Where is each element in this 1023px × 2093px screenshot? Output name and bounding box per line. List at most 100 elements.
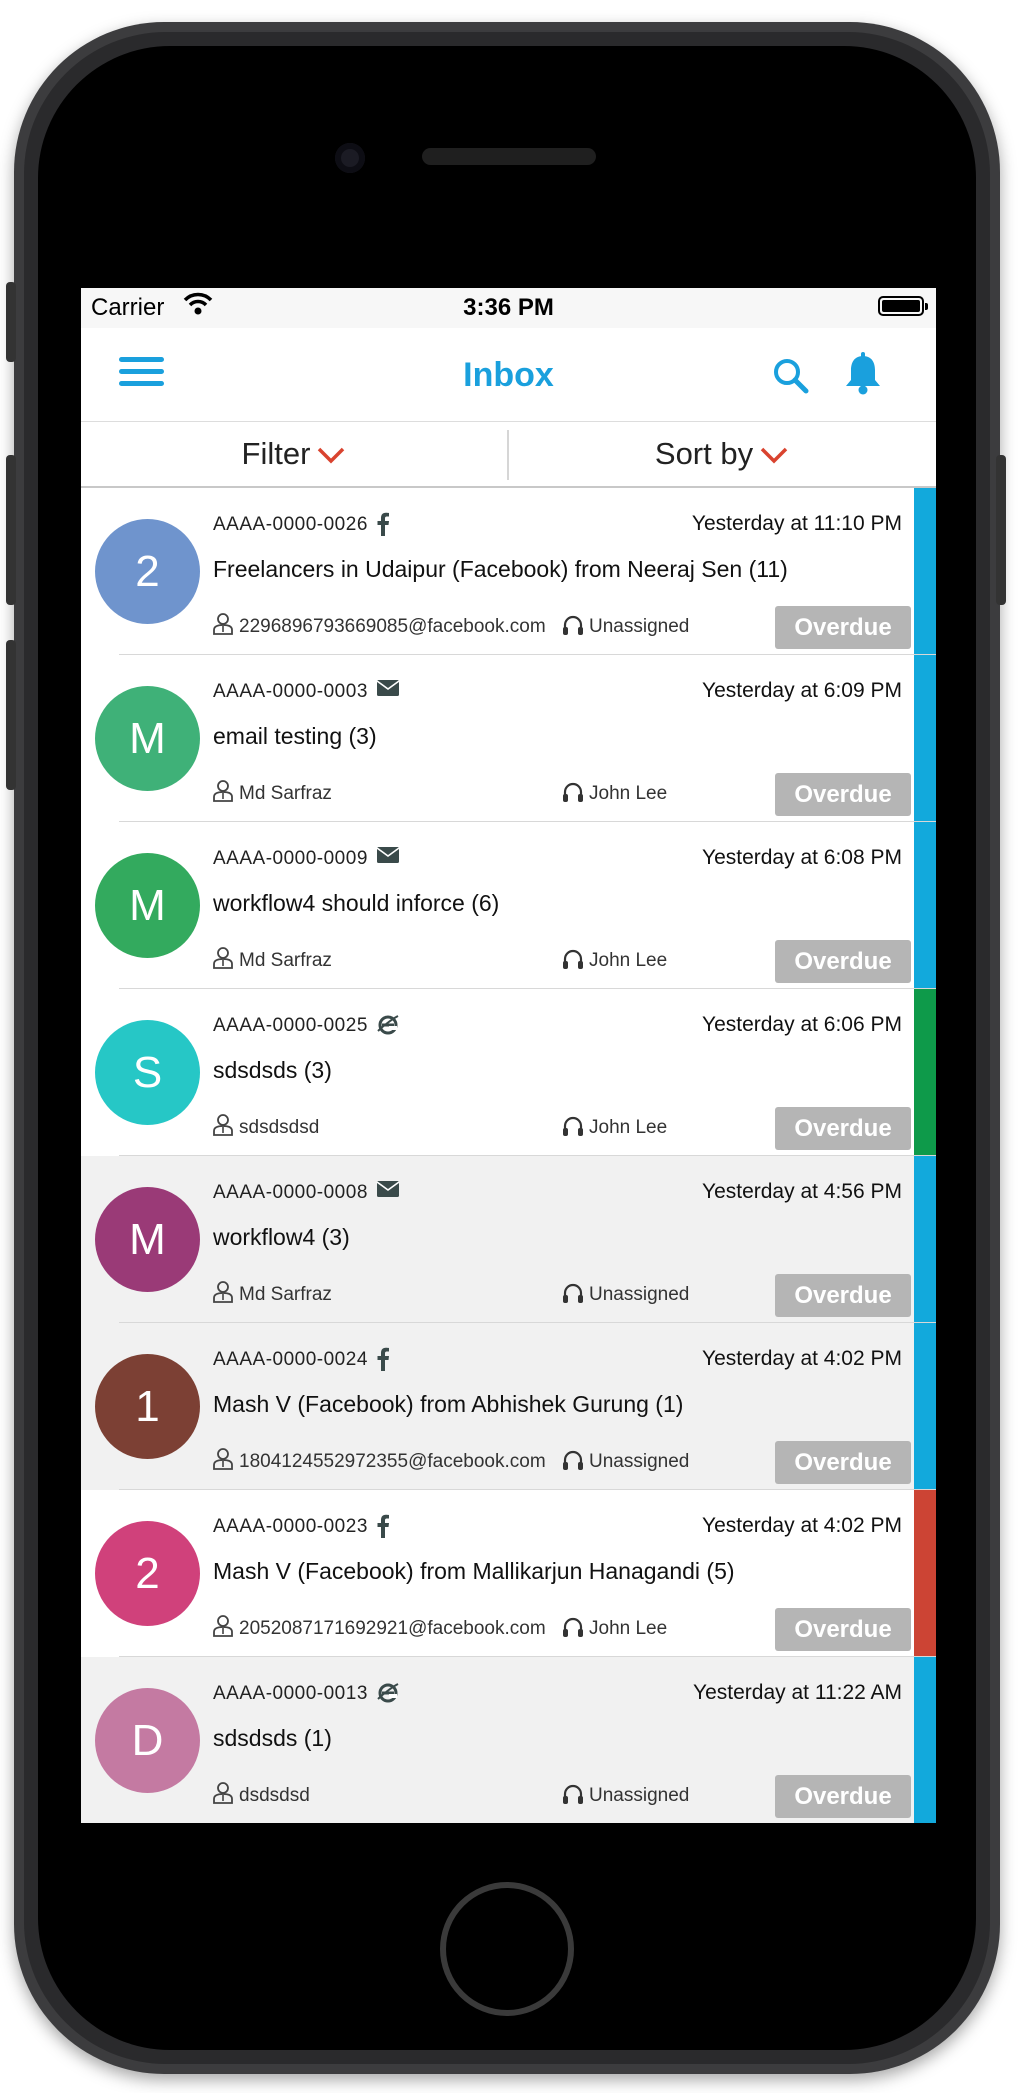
- ticket-id: AAAA-0000-0008: [213, 1182, 368, 1203]
- ticket-contact: 1804124552972355@facebook.com: [239, 1451, 546, 1472]
- filter-label: Filter: [241, 436, 311, 471]
- chevron-down-icon: [760, 447, 788, 464]
- ticket-subject: workflow4 (3): [213, 1224, 350, 1250]
- ticket-row[interactable]: 1 AAAA-0000-0024 Yesterday at 4:02 PM Ma…: [81, 1323, 936, 1490]
- facebook-icon: [376, 1514, 390, 1543]
- avatar-initial: M: [129, 713, 166, 763]
- filter-button[interactable]: Filter: [81, 422, 507, 486]
- headset-icon: [563, 1784, 583, 1804]
- ticket-id: AAAA-0000-0003: [213, 681, 368, 702]
- sort-button[interactable]: Sort by: [509, 422, 935, 486]
- ticket-row[interactable]: M AAAA-0000-0008 Yesterday at 4:56 PM wo…: [81, 1156, 936, 1323]
- headset-icon: [563, 949, 583, 969]
- avatar: 2: [95, 519, 200, 624]
- side-button-volume-up: [6, 455, 16, 605]
- avatar: 1: [95, 1354, 200, 1459]
- headset-icon: [563, 1116, 583, 1136]
- headset-icon: [563, 782, 583, 802]
- ticket-row[interactable]: 2 AAAA-0000-0023 Yesterday at 4:02 PM Ma…: [81, 1490, 936, 1657]
- ticket-id: AAAA-0000-0025: [213, 1015, 368, 1036]
- avatar-initial: M: [129, 1214, 166, 1264]
- headset-icon: [563, 1617, 583, 1637]
- contact-person-icon: [213, 613, 233, 635]
- ticket-contact: sdsdsdsd: [239, 1117, 320, 1138]
- headset-icon: [563, 1450, 583, 1470]
- ticket-agent: John Lee: [589, 1117, 668, 1138]
- status-badge: Overdue: [775, 773, 911, 816]
- facebook-icon: [376, 1347, 390, 1376]
- status-bar: Carrier 3:36 PM: [81, 288, 936, 328]
- ticket-agent: Unassigned: [589, 1451, 690, 1472]
- avatar: S: [95, 1020, 200, 1125]
- priority-stripe: [914, 655, 936, 822]
- ticket-row[interactable]: D AAAA-0000-0013 Yesterday at 11:22 AM s…: [81, 1657, 936, 1823]
- ticket-agent: Unassigned: [589, 1284, 690, 1305]
- avatar-initial: M: [129, 880, 166, 930]
- ticket-subject: workflow4 should inforce (6): [213, 890, 500, 916]
- avatar-initial: 1: [135, 1381, 160, 1431]
- ticket-id: AAAA-0000-0023: [213, 1516, 368, 1537]
- ticket-contact: Md Sarfraz: [239, 950, 332, 971]
- chevron-down-icon: [318, 447, 345, 464]
- ticket-agent: John Lee: [589, 783, 668, 804]
- headset-icon: [563, 615, 583, 635]
- avatar: D: [95, 1688, 200, 1793]
- email-icon: [376, 679, 400, 702]
- email-icon: [376, 846, 400, 869]
- ticket-row[interactable]: M AAAA-0000-0009 Yesterday at 6:08 PM wo…: [81, 822, 936, 989]
- status-time: 3:36 PM: [463, 294, 554, 321]
- bell-icon[interactable]: [843, 352, 883, 396]
- avatar: M: [95, 686, 200, 791]
- contact-person-icon: [213, 1281, 233, 1303]
- status-badge: Overdue: [775, 606, 911, 649]
- nav-bar: Inbox: [81, 328, 936, 422]
- ticket-contact: 2296896793669085@facebook.com: [239, 616, 546, 637]
- priority-stripe: [914, 1156, 936, 1323]
- priority-stripe: [914, 1490, 936, 1657]
- web-icon: [376, 1013, 400, 1042]
- ticket-time: Yesterday at 6:06 PM: [701, 1013, 902, 1036]
- ticket-time: Yesterday at 11:10 PM: [691, 512, 902, 535]
- status-badge: Overdue: [775, 1441, 911, 1484]
- side-button-power: [996, 455, 1006, 605]
- contact-person-icon: [213, 1448, 233, 1470]
- earpiece-speaker: [422, 148, 596, 165]
- priority-stripe: [914, 989, 936, 1156]
- front-camera: [335, 143, 365, 173]
- ticket-time: Yesterday at 11:22 AM: [693, 1681, 902, 1704]
- ticket-contact: Md Sarfraz: [239, 1284, 332, 1305]
- ticket-row[interactable]: S AAAA-0000-0025 Yesterday at 6:06 PM sd…: [81, 989, 936, 1156]
- avatar: 2: [95, 1521, 200, 1626]
- ticket-row[interactable]: M AAAA-0000-0003 Yesterday at 6:09 PM em…: [81, 655, 936, 822]
- priority-stripe: [914, 1323, 936, 1490]
- battery-icon: [878, 296, 928, 316]
- ticket-agent: Unassigned: [589, 1785, 690, 1806]
- filter-sort-bar: Filter Sort by: [81, 422, 936, 488]
- priority-stripe: [914, 488, 936, 655]
- ticket-subject: Mash V (Facebook) from Abhishek Gurung (…: [213, 1391, 684, 1417]
- status-badge: Overdue: [775, 1107, 911, 1150]
- ticket-agent: Unassigned: [589, 616, 690, 637]
- search-icon[interactable]: [771, 356, 811, 396]
- email-icon: [376, 1180, 400, 1203]
- sort-label: Sort by: [654, 436, 754, 471]
- app-screen: Carrier 3:36 PM Inbox Filter Sort by 2 A…: [81, 288, 936, 1823]
- avatar-initial: D: [131, 1715, 164, 1765]
- contact-person-icon: [213, 1615, 233, 1637]
- ticket-row[interactable]: 2 AAAA-0000-0026 Yesterday at 11:10 PM F…: [81, 488, 936, 655]
- contact-person-icon: [213, 780, 233, 802]
- home-button[interactable]: [440, 1882, 574, 2016]
- ticket-time: Yesterday at 6:09 PM: [701, 679, 902, 702]
- status-badge: Overdue: [775, 1775, 911, 1818]
- avatar-initial: 2: [135, 546, 160, 596]
- ticket-time: Yesterday at 6:08 PM: [701, 846, 902, 869]
- headset-icon: [563, 1283, 583, 1303]
- ticket-contact: Md Sarfraz: [239, 783, 332, 804]
- ticket-contact: dsdsdsd: [239, 1785, 310, 1806]
- ticket-id: AAAA-0000-0013: [213, 1683, 368, 1704]
- side-button-volume-down: [6, 640, 16, 790]
- ticket-id: AAAA-0000-0024: [213, 1349, 368, 1370]
- ticket-id: AAAA-0000-0026: [213, 514, 368, 535]
- avatar-initial: 2: [135, 1548, 160, 1598]
- ticket-subject: Freelancers in Udaipur (Facebook) from N…: [213, 556, 788, 582]
